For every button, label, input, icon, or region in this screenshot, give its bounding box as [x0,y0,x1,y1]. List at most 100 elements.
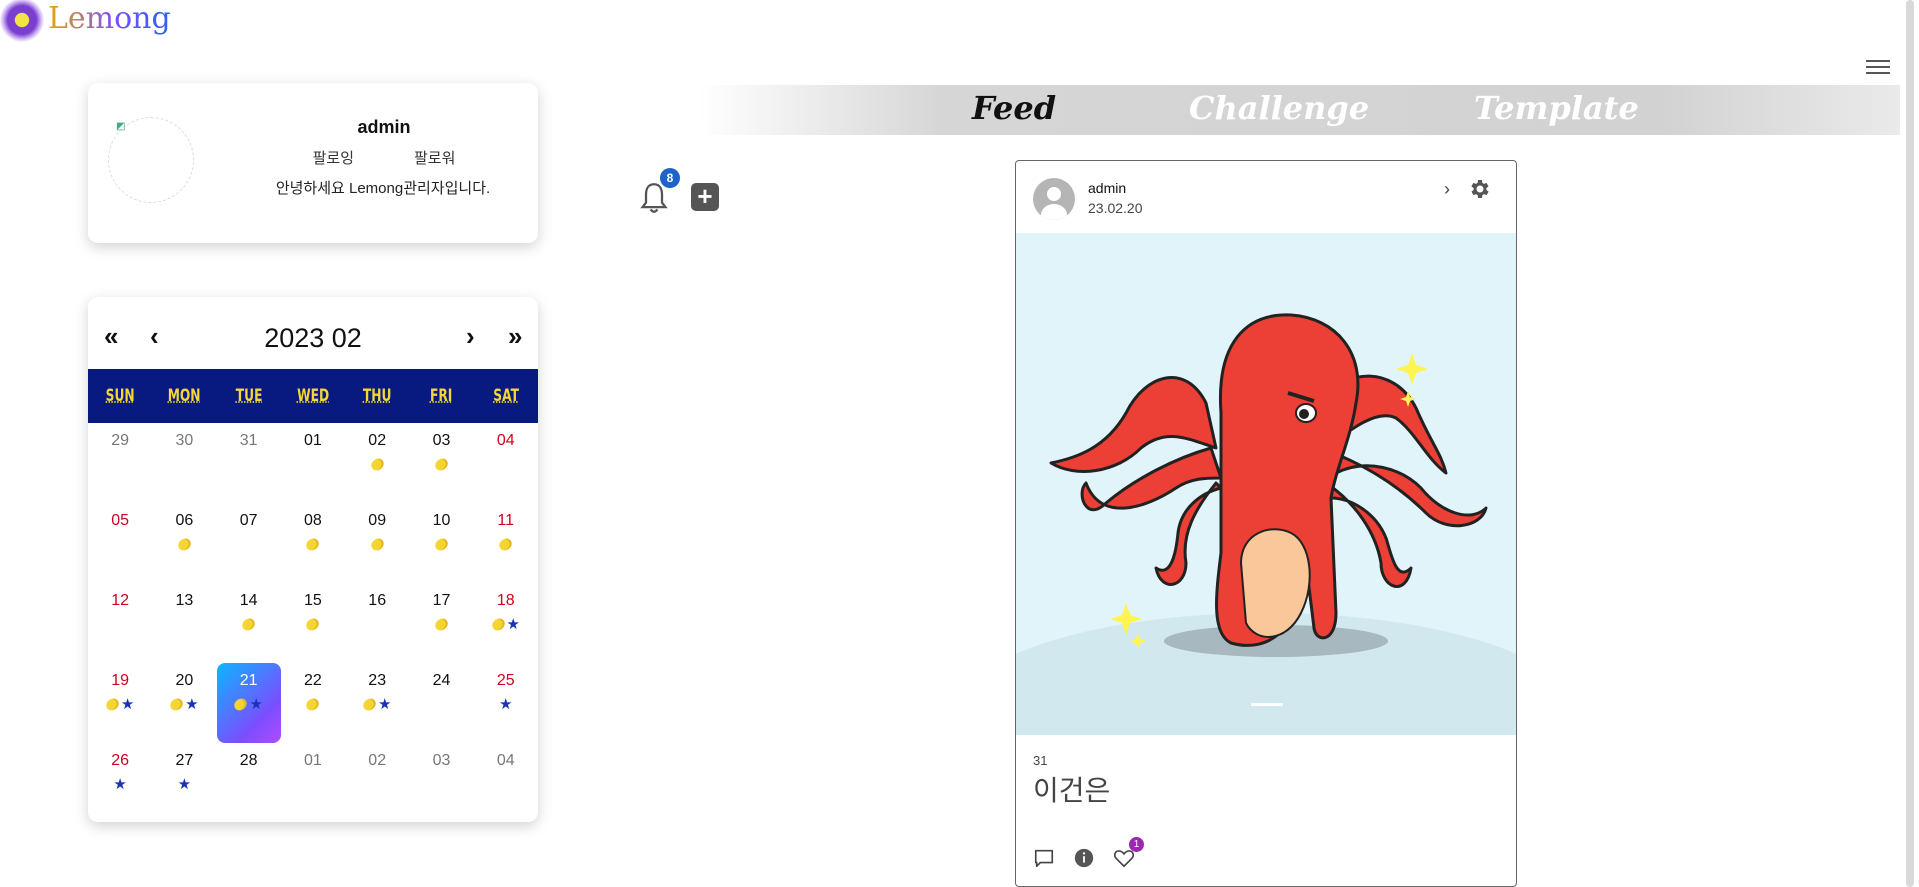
follower-link[interactable]: 팔로워 [414,147,455,168]
calendar-day[interactable]: 02 [345,743,409,822]
calendar-day[interactable]: 22 [281,663,345,743]
carousel-indicator[interactable] [1251,703,1283,706]
calendar-day[interactable]: 09 [345,503,409,583]
calendar-day[interactable]: 10 [409,503,473,583]
weekday-sat: SAT [492,386,519,406]
calendar: « ‹ 2023 02 › » SUN MON TUE WED THU FRI SAT 29… [88,297,538,822]
calendar-day[interactable]: 04 [474,423,538,503]
calendar-day[interactable]: 31 [217,423,281,503]
weekday-fri: FRI [430,386,453,406]
next-month-button[interactable]: › [466,321,475,352]
day-marks: ★ [474,614,538,634]
calendar-day[interactable]: 23 ★ [345,663,409,743]
calendar-day[interactable]: 01 [281,743,345,822]
calendar-day[interactable]: 28 [217,743,281,822]
gear-icon[interactable] [1467,177,1491,201]
calendar-day[interactable]: 27 ★ [152,743,216,822]
day-number: 16 [368,592,387,609]
lemon-icon [432,535,450,553]
day-number: 02 [368,752,387,769]
chevron-right-icon[interactable]: › [1444,179,1450,200]
lemon-icon [304,615,322,633]
hamburger-icon[interactable] [1866,60,1890,76]
tab-template[interactable]: Template [1474,89,1639,127]
day-number: 14 [239,592,258,609]
calendar-day[interactable]: 25 ★ [474,663,538,743]
day-number: 01 [304,752,322,769]
day-marks [474,774,538,794]
calendar-day[interactable]: 30 [152,423,216,503]
day-marks [409,534,473,554]
day-number: 08 [304,512,322,529]
day-marks [345,774,409,794]
info-icon[interactable] [1073,847,1095,869]
day-number: 09 [368,512,387,529]
post-date: 23.02.20 [1088,200,1143,216]
day-number: 12 [111,592,130,609]
day-number: 20 [175,672,194,689]
bell-icon[interactable] [640,182,668,214]
weekday-wed: WED [296,386,329,406]
profile-username[interactable]: admin [264,117,504,138]
like-button[interactable]: 1 [1113,837,1144,869]
calendar-day[interactable]: 08 [281,503,345,583]
calendar-day[interactable]: 04 [474,743,538,822]
lemon-icon [304,695,322,713]
next-year-button[interactable]: » [508,321,522,352]
day-number: 06 [175,512,194,529]
calendar-day[interactable]: 17 [409,583,473,663]
day-number: 28 [239,752,258,769]
calendar-day[interactable]: 03 [409,743,473,822]
brand-logo[interactable]: Lemong [0,0,171,42]
day-number: 10 [432,512,451,529]
following-link[interactable]: 팔로잉 [313,147,354,168]
calendar-day[interactable]: 05 [88,503,152,583]
calendar-day[interactable]: 19 ★ [88,663,152,743]
calendar-day[interactable]: 03 [409,423,473,503]
star-icon: ★ [249,695,263,713]
calendar-day[interactable]: 14 [217,583,281,663]
calendar-day[interactable]: 12 [88,583,152,663]
calendar-day[interactable]: 11 [474,503,538,583]
profile-bio: 안녕하세요 Lemong관리자입니다. [275,180,491,197]
day-number: 01 [304,432,322,449]
calendar-day[interactable]: 01 [281,423,345,503]
tab-challenge[interactable]: Challenge [1189,89,1369,127]
day-number: 04 [496,432,515,449]
weekday-tue: TUE [235,386,263,406]
day-marks [409,614,473,634]
day-marks [281,454,345,474]
calendar-day[interactable]: 20 ★ [152,663,216,743]
calendar-day[interactable]: 16 [345,583,409,663]
lemon-icon [103,695,121,713]
day-number: 03 [432,432,451,449]
day-marks [217,774,281,794]
post-username[interactable]: admin [1088,180,1126,196]
calendar-grid: 29 30 31 01 02 03 04 05 06 07 08 09 10 11 12 13 14 15 16 17… [88,423,538,822]
day-number: 03 [432,752,451,769]
comment-icon[interactable] [1033,847,1055,869]
day-marks [152,534,216,554]
page-scrollbar[interactable] [1906,0,1914,887]
calendar-day-today[interactable]: 21 ★ [216,663,281,743]
lemon-icon [232,695,250,713]
calendar-day[interactable]: 06 [152,503,216,583]
post-image[interactable] [1016,233,1516,735]
add-post-button[interactable]: + [691,183,719,211]
calendar-day[interactable]: 29 [88,423,152,503]
calendar-day[interactable]: 02 [345,423,409,503]
day-marks: ★ [152,774,216,794]
calendar-day[interactable]: 13 [152,583,216,663]
weekday-header: SUN MON TUE WED THU FRI SAT [88,369,538,423]
calendar-day[interactable]: 07 [217,503,281,583]
calendar-day[interactable]: 15 [281,583,345,663]
post-caption: 이건은 [1033,775,1111,806]
tab-feed[interactable]: Feed [972,89,1056,127]
broken-image-icon: ◩ [116,121,126,132]
calendar-day[interactable]: 24 [409,663,473,743]
day-number: 26 [111,752,130,769]
user-avatar-icon[interactable] [1033,178,1075,220]
scrollbar-thumb[interactable] [1906,0,1914,887]
calendar-day[interactable]: 26 ★ [88,743,152,822]
calendar-day[interactable]: 18 ★ [474,583,538,663]
